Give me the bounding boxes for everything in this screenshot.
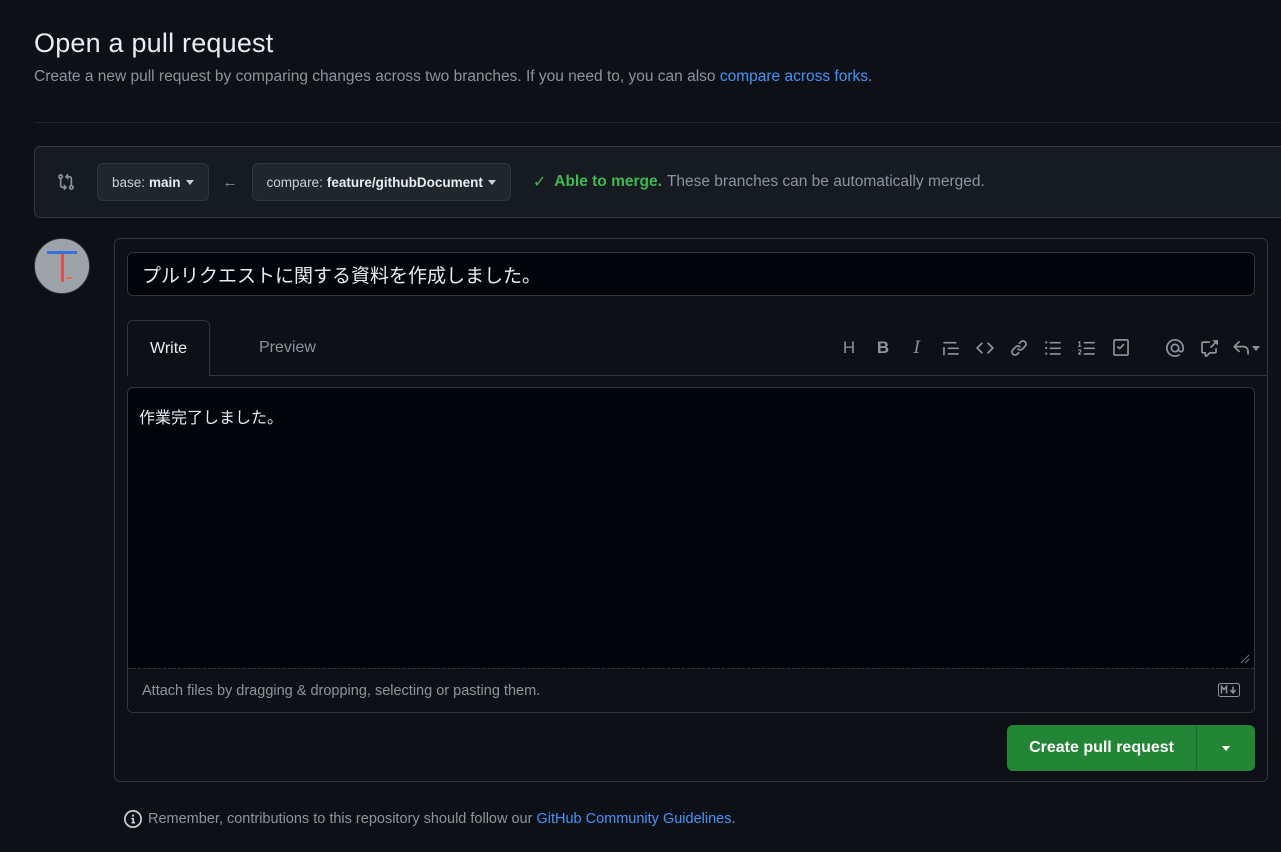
- chevron-down-icon: [1252, 345, 1260, 351]
- ordered-list-button[interactable]: [1070, 334, 1104, 362]
- heading-icon: H: [842, 338, 856, 357]
- body-textarea[interactable]: 作業完了しました。 Attach files by dragging & dro…: [127, 387, 1255, 713]
- editor-tabs: Write Preview H B I: [127, 320, 1268, 377]
- chevron-down-icon: [487, 179, 496, 185]
- tab-write[interactable]: Write: [127, 320, 211, 377]
- info-icon: [124, 810, 142, 828]
- cross-reference-icon: [1201, 340, 1218, 357]
- base-prefix: base:: [112, 174, 146, 190]
- chevron-down-icon: [185, 179, 194, 185]
- compare-across-forks-link[interactable]: compare across forks: [720, 68, 868, 85]
- title-input[interactable]: プルリクエストに関する資料を作成しました。: [127, 252, 1255, 296]
- page: Open a pull request Create a new pull re…: [8, 6, 1281, 852]
- tasklist-icon: [1113, 339, 1129, 356]
- quote-icon: [943, 341, 959, 356]
- page-title: Open a pull request: [34, 28, 274, 58]
- unordered-list-button[interactable]: [1036, 334, 1070, 362]
- mention-icon: [1166, 339, 1184, 357]
- compare-branch-button[interactable]: compare: feature/githubDocument: [251, 163, 511, 201]
- merge-status: ✓ Able to merge. These branches can be a…: [533, 172, 985, 192]
- link-icon: [1011, 340, 1027, 356]
- bold-icon: B: [876, 338, 890, 357]
- chevron-down-icon: [1222, 745, 1230, 751]
- contribution-note-end: .: [731, 811, 736, 827]
- link-button[interactable]: [1002, 334, 1036, 362]
- italic-icon: I: [913, 338, 921, 358]
- markdown-toolbar: H B I: [832, 334, 1266, 362]
- page-header: Open a pull request Create a new pull re…: [34, 28, 872, 86]
- quote-button[interactable]: [934, 334, 968, 362]
- contribution-note-text: Remember, contributions to this reposito…: [148, 811, 533, 827]
- tab-preview[interactable]: Preview: [237, 320, 338, 376]
- pull-request-form: プルリクエストに関する資料を作成しました。 Write Preview H B …: [114, 238, 1268, 782]
- list-ordered-icon: [1078, 341, 1095, 355]
- italic-button[interactable]: I: [900, 334, 934, 362]
- git-compare-icon: [58, 173, 74, 191]
- code-icon: [976, 342, 994, 354]
- avatar[interactable]: [34, 238, 90, 294]
- heading-button[interactable]: H: [832, 334, 866, 362]
- base-branch-button[interactable]: base: main: [97, 163, 209, 201]
- merge-status-detail: These branches can be automatically merg…: [666, 173, 985, 190]
- attach-files-bar[interactable]: Attach files by dragging & dropping, sel…: [128, 668, 1254, 712]
- create-pull-request-group: Create pull request: [1007, 725, 1255, 771]
- saved-replies-button[interactable]: [1226, 334, 1266, 362]
- base-branch-name: main: [149, 174, 181, 190]
- check-icon: ✓: [532, 174, 547, 191]
- avatar-image-icon: [35, 239, 89, 293]
- subtitle-text: Create a new pull request by comparing c…: [34, 68, 716, 85]
- code-button[interactable]: [968, 334, 1002, 362]
- create-options-dropdown[interactable]: [1197, 725, 1255, 771]
- list-unordered-icon: [1045, 341, 1061, 355]
- body-text: 作業完了しました。: [139, 410, 284, 427]
- mention-button[interactable]: [1158, 334, 1192, 362]
- resize-handle-icon[interactable]: [1240, 654, 1250, 664]
- merge-status-ok: Able to merge.: [554, 173, 662, 190]
- compare-prefix: compare:: [266, 174, 323, 190]
- reply-icon: [1233, 340, 1249, 355]
- header-divider: [34, 122, 1281, 123]
- page-subtitle: Create a new pull request by comparing c…: [34, 68, 872, 86]
- bold-button[interactable]: B: [866, 334, 900, 362]
- branch-range-bar: base: main ← compare: feature/githubDocu…: [34, 146, 1281, 218]
- reference-button[interactable]: [1192, 334, 1226, 362]
- arrow-left-icon: ←: [222, 173, 238, 191]
- attach-hint: Attach files by dragging & dropping, sel…: [142, 682, 541, 699]
- create-pull-request-button[interactable]: Create pull request: [1007, 725, 1197, 771]
- contribution-note: Remember, contributions to this reposito…: [124, 810, 736, 828]
- subtitle-end: .: [868, 68, 873, 85]
- community-guidelines-link[interactable]: GitHub Community Guidelines: [536, 811, 731, 827]
- task-list-button[interactable]: [1104, 334, 1138, 362]
- compare-branch-name: feature/githubDocument: [326, 174, 483, 190]
- markdown-icon[interactable]: [1218, 683, 1240, 697]
